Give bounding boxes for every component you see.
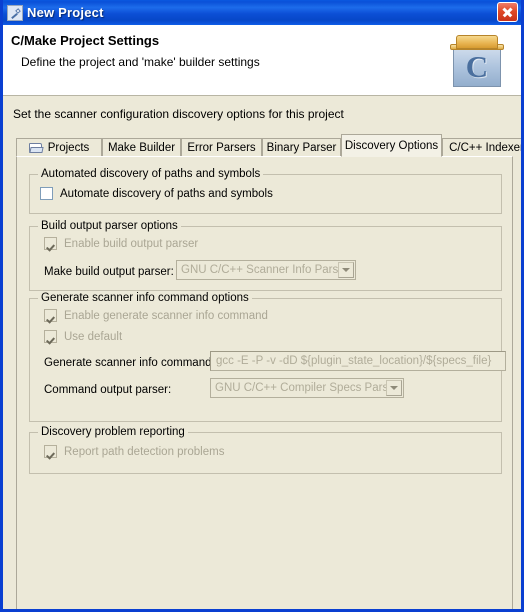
- tab-error-parsers-label: Error Parsers: [187, 142, 256, 154]
- label-command-output-parser: Command output parser:: [44, 384, 172, 396]
- checkbox-automate-discovery[interactable]: Automate discovery of paths and symbols: [40, 187, 273, 200]
- tab-discovery-options-label: Discovery Options: [344, 139, 439, 152]
- group-automated-discovery: Automated discovery of paths and symbols…: [29, 168, 502, 214]
- tab-make-builder-label: Make Builder: [107, 142, 176, 154]
- close-icon[interactable]: [497, 2, 518, 22]
- page-title: C/Make Project Settings: [11, 33, 160, 48]
- tab-cpp-indexer-label: C/C++ Indexer: [449, 142, 524, 154]
- title-bar: New Project: [3, 0, 521, 25]
- tab-make-builder[interactable]: Make Builder: [102, 138, 181, 157]
- input-generate-scanner-info-command[interactable]: gcc -E -P -v -dD ${plugin_state_location…: [210, 351, 506, 371]
- page-subtitle: Define the project and 'make' builder se…: [21, 55, 260, 69]
- chevron-down-icon[interactable]: [338, 262, 354, 278]
- c-logo-letter: C: [465, 49, 489, 84]
- checkbox-report-path-detection-problems[interactable]: Report path detection problems: [44, 445, 224, 458]
- checkbox-enable-build-output-parser[interactable]: Enable build output parser: [44, 237, 198, 250]
- wizard-header: C/Make Project Settings Define the proje…: [3, 25, 521, 96]
- combo-make-build-output-parser-value: GNU C/C++ Scanner Info Parser: [181, 264, 349, 276]
- checkbox-report-path-detection-problems-box: [44, 445, 57, 458]
- checkbox-enable-build-output-parser-label: Enable build output parser: [64, 237, 199, 250]
- checkbox-enable-generate-scanner-info-box: [44, 309, 57, 322]
- window-title: New Project: [27, 5, 104, 20]
- group-generate-scanner-info: Generate scanner info command options En…: [29, 292, 506, 422]
- group-discovery-problem-reporting-legend: Discovery problem reporting: [38, 426, 188, 438]
- instruction-text: Set the scanner configuration discovery …: [13, 107, 344, 121]
- combo-command-output-parser[interactable]: GNU C/C++ Compiler Specs Parser: [210, 378, 404, 398]
- checkbox-enable-build-output-parser-box: [44, 237, 57, 250]
- discovery-options-panel: Automated discovery of paths and symbols…: [16, 156, 513, 609]
- wizard-body: Set the scanner configuration discovery …: [3, 96, 521, 609]
- checkbox-use-default-label: Use default: [64, 330, 123, 343]
- checkbox-report-path-detection-problems-label: Report path detection problems: [64, 445, 225, 458]
- tab-strip: Projects Make Builder Error Parsers Bina…: [16, 134, 521, 157]
- label-make-build-output-parser: Make build output parser:: [44, 266, 174, 278]
- new-project-wizard-window: New Project C/Make Project Settings Defi…: [0, 0, 524, 612]
- combo-make-build-output-parser[interactable]: GNU C/C++ Scanner Info Parser: [176, 260, 356, 280]
- checkbox-enable-generate-scanner-info[interactable]: Enable generate scanner info command: [44, 309, 268, 322]
- tab-discovery-options[interactable]: Discovery Options: [341, 134, 442, 157]
- wizard-wand-icon: [7, 4, 23, 21]
- group-automated-discovery-legend: Automated discovery of paths and symbols: [38, 168, 264, 180]
- checkbox-enable-generate-scanner-info-label: Enable generate scanner info command: [64, 309, 268, 322]
- folder-icon: [28, 142, 44, 154]
- checkbox-automate-discovery-label: Automate discovery of paths and symbols: [60, 187, 273, 200]
- c-project-box-icon: C: [446, 31, 508, 89]
- checkbox-use-default[interactable]: Use default: [44, 330, 122, 343]
- chevron-down-icon[interactable]: [386, 380, 402, 396]
- checkbox-automate-discovery-box[interactable]: [40, 187, 53, 200]
- checkbox-use-default-box: [44, 330, 57, 343]
- tab-projects[interactable]: Projects: [16, 138, 102, 157]
- tab-binary-parser-label: Binary Parser: [266, 142, 337, 154]
- tab-binary-parser[interactable]: Binary Parser: [262, 138, 341, 157]
- tab-projects-label: Projects: [47, 142, 90, 154]
- input-generate-scanner-info-command-value: gcc -E -P -v -dD ${plugin_state_location…: [216, 355, 492, 367]
- group-discovery-problem-reporting: Discovery problem reporting Report path …: [29, 426, 502, 474]
- group-generate-scanner-info-legend: Generate scanner info command options: [38, 292, 252, 304]
- group-build-output-parser: Build output parser options Enable build…: [29, 220, 502, 291]
- group-build-output-parser-legend: Build output parser options: [38, 220, 181, 232]
- label-generate-scanner-info-command: Generate scanner info command:: [44, 357, 215, 369]
- tab-cpp-indexer[interactable]: C/C++ Indexer: [442, 138, 524, 157]
- tab-error-parsers[interactable]: Error Parsers: [181, 138, 262, 157]
- combo-command-output-parser-value: GNU C/C++ Compiler Specs Parser: [215, 382, 399, 394]
